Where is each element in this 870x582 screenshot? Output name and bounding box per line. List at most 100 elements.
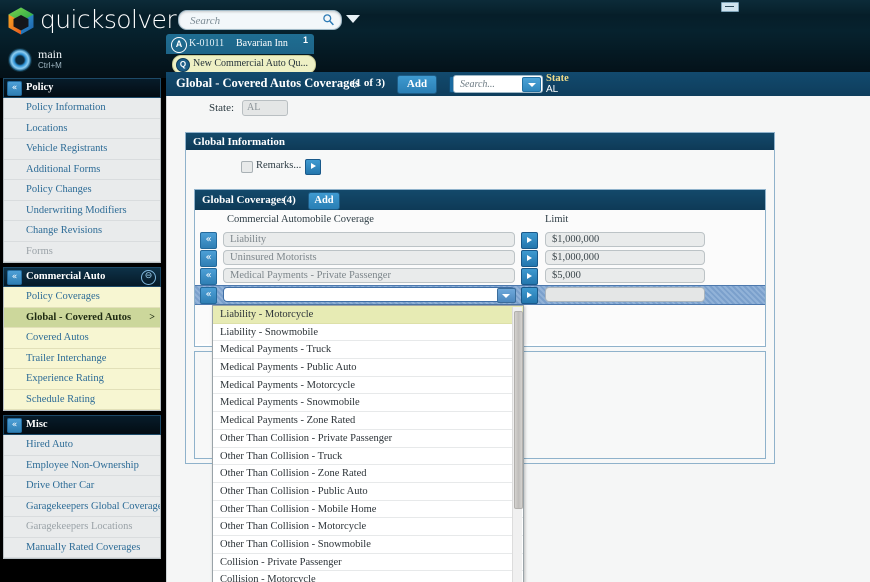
global-coverages-title: Global Coverages [202,194,286,206]
dropdown-item[interactable]: Medical Payments - Zone Rated [213,412,523,430]
row-expand-icon[interactable] [521,250,538,267]
quicksolver-logo-icon [8,7,34,35]
row-expand-icon[interactable] [521,232,538,249]
row-select-icon[interactable]: « [200,250,217,267]
double-chevron-left-icon[interactable]: « [7,270,22,285]
dropdown-item[interactable]: Medical Payments - Truck [213,341,523,360]
row-limit-value[interactable] [545,287,705,302]
sidebar-item-policy-coverages[interactable]: Policy Coverages [4,287,160,308]
remarks-checkbox[interactable] [241,161,253,173]
sidebar-group: « Policy Policy Information Locations Vehicl… [3,78,161,263]
global-search[interactable] [178,10,342,30]
sidebar-item-employee-non-ownership[interactable]: Employee Non-Ownership [4,455,160,476]
sidebar-item-trailer-interchange[interactable]: Trailer Interchange [4,348,160,369]
coverage-dropdown-list[interactable]: Liability - Motorcycle Liability - Snowmo… [212,305,524,582]
dropdown-item[interactable]: Medical Payments - Motorcycle [213,377,523,395]
row-limit-value[interactable]: $1,000,000 [545,250,705,265]
sidebar-item-underwriting-modifiers[interactable]: Underwriting Modifiers [4,200,160,221]
sidebar-item-garagekeepers-global-coverages[interactable]: Garagekeepers Global Coverages [4,496,160,517]
brand-title: quicksolver [40,5,177,34]
state-field-label: State: [209,102,235,114]
dropdown-item[interactable]: Other Than Collision - Truck [213,448,523,466]
sidebar-item-label: Employee Non-Ownership [26,459,139,471]
add-button[interactable]: Add [397,75,437,94]
row-coverage-combobox[interactable] [223,287,515,302]
sidebar-group-header[interactable]: « Policy [3,78,161,98]
dropdown-item[interactable]: Collision - Private Passenger [213,554,523,572]
dropdown-scrollbar[interactable] [512,307,523,582]
row-select-icon[interactable]: « [200,287,217,304]
table-row-active[interactable]: « [195,285,765,305]
minimize-button[interactable] [721,2,739,12]
table-row[interactable]: « Medical Payments - Private Passenger $… [195,267,765,285]
remarks-expand-button[interactable] [305,159,321,175]
sidebar-item-forms[interactable]: Forms [4,241,160,262]
sidebar-item-label: Policy Changes [26,184,92,195]
account-tab[interactable]: A K-01011 Bavarian Inn 1 [166,34,314,54]
row-coverage-value[interactable]: Medical Payments - Private Passenger [223,268,515,283]
sidebar-item-garagekeepers-locations[interactable]: Garagekeepers Locations [4,517,160,538]
global-coverages-add-button[interactable]: Add [308,192,340,210]
column-header-coverage: Commercial Automobile Coverage [227,214,374,225]
account-badge-count: 1 [302,35,308,45]
dropdown-item[interactable]: Other Than Collision - Mobile Home [213,501,523,519]
state-label: State [546,73,569,84]
sidebar-item-label: Garagekeepers Global Coverages [26,500,160,512]
user-avatar-icon [8,48,32,72]
row-expand-icon[interactable] [521,287,538,304]
sidebar-item-manually-rated-coverages[interactable]: Manually Rated Coverages [4,537,160,558]
sidebar-item-change-revisions[interactable]: Change Revisions [4,221,160,242]
header-search-input[interactable] [458,77,524,92]
dropdown-item[interactable]: Other Than Collision - Motorcycle [213,518,523,536]
search-input[interactable] [188,13,312,29]
dropdown-item[interactable]: Liability - Snowmobile [213,324,523,342]
dropdown-item[interactable]: Medical Payments - Public Auto [213,359,523,377]
sidebar-bottom-filler [0,570,166,582]
header-search-dropdown-button[interactable] [522,77,541,92]
table-row[interactable]: « Uninsured Motorists $1,000,000 [195,249,765,267]
row-expand-icon[interactable] [521,268,538,285]
row-select-icon[interactable]: « [200,268,217,285]
sidebar-item-drive-other-car[interactable]: Drive Other Car [4,476,160,497]
neutral-face-icon[interactable]: ⊖ [141,270,156,285]
row-coverage-value[interactable]: Uninsured Motorists [223,250,515,265]
sidebar-item-hired-auto[interactable]: Hired Auto [4,435,160,456]
sidebar-item-label: Experience Rating [26,373,104,384]
search-dropdown-caret-icon[interactable] [346,15,360,23]
double-chevron-left-icon[interactable]: « [7,81,22,96]
sidebar-item-label: Policy Information [26,102,106,113]
sidebar-group: « Commercial Auto ⊖ Policy Coverages Global … [3,267,161,411]
dropdown-item[interactable]: Liability - Motorcycle [213,306,523,324]
sidebar-item-policy-information[interactable]: Policy Information [4,98,160,119]
row-limit-value[interactable]: $5,000 [545,268,705,283]
sidebar-item-locations[interactable]: Locations [4,118,160,139]
double-chevron-left-icon[interactable]: « [7,418,22,433]
sidebar-group-header[interactable]: « Misc [3,415,161,435]
dropdown-item[interactable]: Other Than Collision - Snowmobile [213,536,523,554]
sidebar-item-additional-forms[interactable]: Additional Forms [4,159,160,180]
sidebar-item-schedule-rating[interactable]: Schedule Rating [4,389,160,410]
state-field-value[interactable]: AL [242,100,288,116]
dropdown-scrollbar-thumb[interactable] [514,311,523,509]
header-search[interactable] [453,75,543,93]
combobox-caret-icon[interactable] [497,288,516,303]
row-limit-value[interactable]: $1,000,000 [545,232,705,247]
dropdown-item[interactable]: Medical Payments - Snowmobile [213,394,523,413]
dropdown-item[interactable]: Collision - Motorcycle [213,571,523,582]
dropdown-item[interactable]: Other Than Collision - Private Passenger [213,430,523,448]
sidebar-item-vehicle-registrants[interactable]: Vehicle Registrants [4,139,160,160]
sidebar-item-policy-changes[interactable]: Policy Changes [4,180,160,201]
sidebar-item-label: Additional Forms [26,163,101,175]
global-coverages-count: (4) [283,194,296,206]
sidebar-item-experience-rating[interactable]: Experience Rating [4,369,160,390]
sidebar-group-title: Policy [26,82,54,93]
sidebar-group-title: Misc [26,419,48,430]
row-coverage-value[interactable]: Liability [223,232,515,247]
row-select-icon[interactable]: « [200,232,217,249]
table-row[interactable]: « Liability $1,000,000 [195,231,765,249]
sidebar-item-covered-autos[interactable]: Covered Autos [4,328,160,349]
sidebar-group-header[interactable]: « Commercial Auto ⊖ [3,267,161,287]
dropdown-item[interactable]: Other Than Collision - Public Auto [213,483,523,501]
sidebar-item-global-covered-autos[interactable]: Global - Covered Autos > [4,307,160,328]
dropdown-item[interactable]: Other Than Collision - Zone Rated [213,465,523,483]
